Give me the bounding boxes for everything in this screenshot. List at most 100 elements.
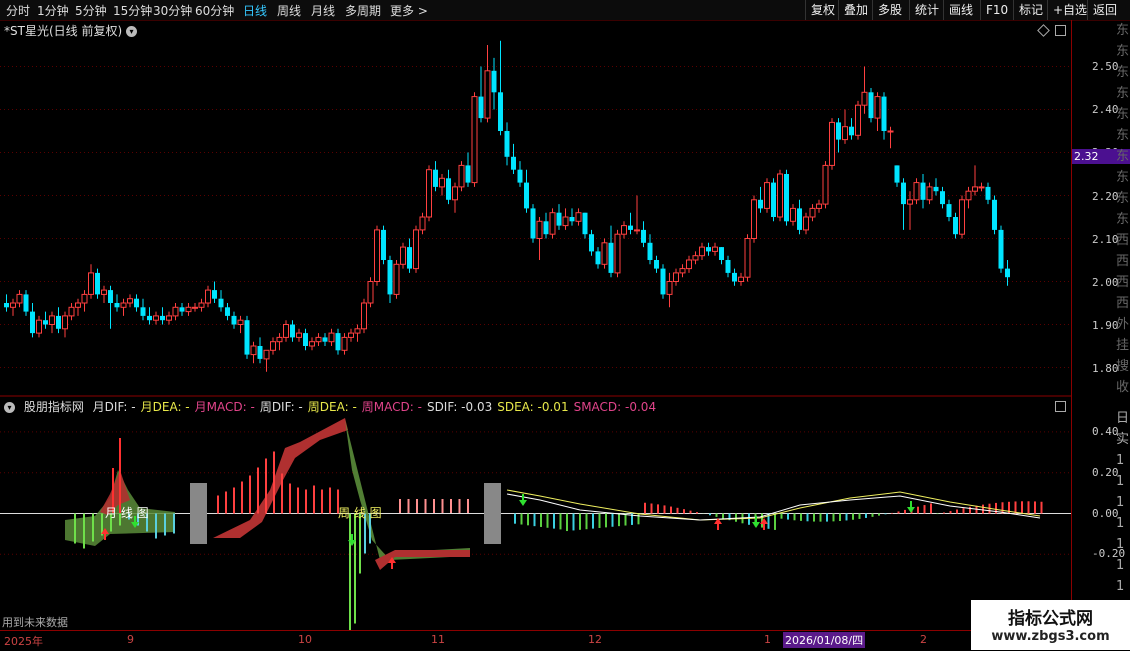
candle-body <box>23 294 29 312</box>
candle-body <box>940 191 945 205</box>
candle-body <box>387 260 393 295</box>
candle-body <box>140 307 146 316</box>
candle-body <box>120 302 127 308</box>
candle-body <box>972 186 978 192</box>
candle-body <box>517 169 523 183</box>
indicator-field: SDIF: -0.03 <box>426 400 493 414</box>
indicator-tick: 0.00 <box>1092 507 1119 520</box>
price-tick: 2.40 <box>1092 103 1119 116</box>
candle-body <box>439 177 445 188</box>
crosshair-date-label: 2026/01/08/四 <box>783 632 866 648</box>
candle-body <box>933 186 939 192</box>
indicator-tick: 0.20 <box>1092 466 1119 479</box>
candle-body <box>738 276 744 283</box>
candle-body <box>706 247 711 252</box>
candle-body <box>641 229 646 243</box>
candle-body <box>894 165 900 183</box>
candle-body <box>965 190 972 201</box>
candle-body <box>62 315 68 330</box>
candle-body <box>861 91 868 106</box>
candle-body <box>153 315 159 321</box>
side-panel-strip[interactable]: 东东东东东东东东东东西西西西外挂搜收 日实11111111 <box>1116 20 1130 630</box>
candle-body <box>433 169 438 187</box>
time-tick: 11 <box>431 633 445 646</box>
maximize-icon[interactable] <box>1055 401 1066 412</box>
indicator-field: SMACD: -0.04 <box>573 400 657 414</box>
candle-body <box>614 233 621 274</box>
weekly-macd-band <box>375 550 470 570</box>
candle-body <box>582 212 588 235</box>
candle-body <box>348 332 354 338</box>
indicator-tick: 0.40 <box>1092 425 1119 438</box>
candle-body <box>341 336 348 351</box>
indicator-name: 股朋指标网 <box>23 400 84 414</box>
candle-body <box>114 303 120 308</box>
candle-body <box>1005 268 1010 278</box>
indicator-field: 月MACD: - <box>194 400 255 414</box>
candle-body <box>95 272 100 295</box>
candle-body <box>446 178 451 200</box>
price-chart[interactable]: 月 线 图周 线 图 <box>0 0 1072 630</box>
candle-body <box>127 298 133 304</box>
candle-body <box>634 229 640 232</box>
candle-body <box>913 182 920 201</box>
candle-body <box>315 336 322 343</box>
candle-body <box>719 247 724 260</box>
candle-body <box>276 336 283 343</box>
candle-body <box>290 324 295 338</box>
candle-body <box>498 92 503 131</box>
candle-body <box>855 104 861 136</box>
candle-body <box>699 246 705 257</box>
candle-body <box>328 332 335 343</box>
candle-body <box>524 182 529 209</box>
candle-body <box>212 290 217 299</box>
candle-body <box>660 268 666 295</box>
candle-body <box>998 229 1004 269</box>
back-button[interactable]: 返回 <box>1087 0 1122 20</box>
candle-body <box>237 319 244 326</box>
candle-body <box>465 165 471 183</box>
candle-body <box>758 199 763 209</box>
candle-body <box>205 289 211 304</box>
time-tick: 2025年 <box>4 635 43 648</box>
candle-body <box>231 315 237 325</box>
candle-body <box>601 242 608 265</box>
candle-body <box>185 306 192 313</box>
chevron-down-icon[interactable]: ▾ <box>4 402 15 413</box>
candle-body <box>36 319 42 334</box>
indicator-header: ▾ 股朋指标网 月DIF: - 月DEA: - 月MACD: - 周DIF: - 周DE… <box>4 398 666 415</box>
candle-body <box>296 332 302 338</box>
candle-body <box>309 341 315 347</box>
candle-body <box>901 182 906 205</box>
candle-body <box>978 186 985 189</box>
future-data-note: 用到未来数据 <box>2 616 68 629</box>
candle-body <box>543 221 549 235</box>
candle-body <box>68 306 75 317</box>
candle-body <box>452 186 458 201</box>
candle-body <box>803 216 809 231</box>
candle-body <box>250 345 257 356</box>
candle-body <box>381 229 386 260</box>
candle-body <box>354 328 361 334</box>
candle-body <box>725 260 731 273</box>
candle-body <box>907 199 913 205</box>
candle-body <box>849 126 854 136</box>
candle-body <box>43 320 48 325</box>
price-tick: 2.10 <box>1092 233 1119 246</box>
candle-body <box>426 169 432 218</box>
candle-body <box>797 208 802 230</box>
indicator-field: 周MACD: - <box>361 400 422 414</box>
candle-body <box>562 216 569 227</box>
candle-body <box>160 315 165 321</box>
candle-body <box>654 260 659 269</box>
candle-body <box>712 246 718 252</box>
candle-body <box>270 341 276 351</box>
candle-body <box>491 70 497 93</box>
candle-body <box>419 216 426 231</box>
candle-body <box>771 182 776 217</box>
candle-body <box>679 268 686 274</box>
candle-body <box>647 242 653 260</box>
time-tick: 2 <box>920 633 927 646</box>
candle-body <box>536 220 543 240</box>
candle-body <box>413 229 419 270</box>
